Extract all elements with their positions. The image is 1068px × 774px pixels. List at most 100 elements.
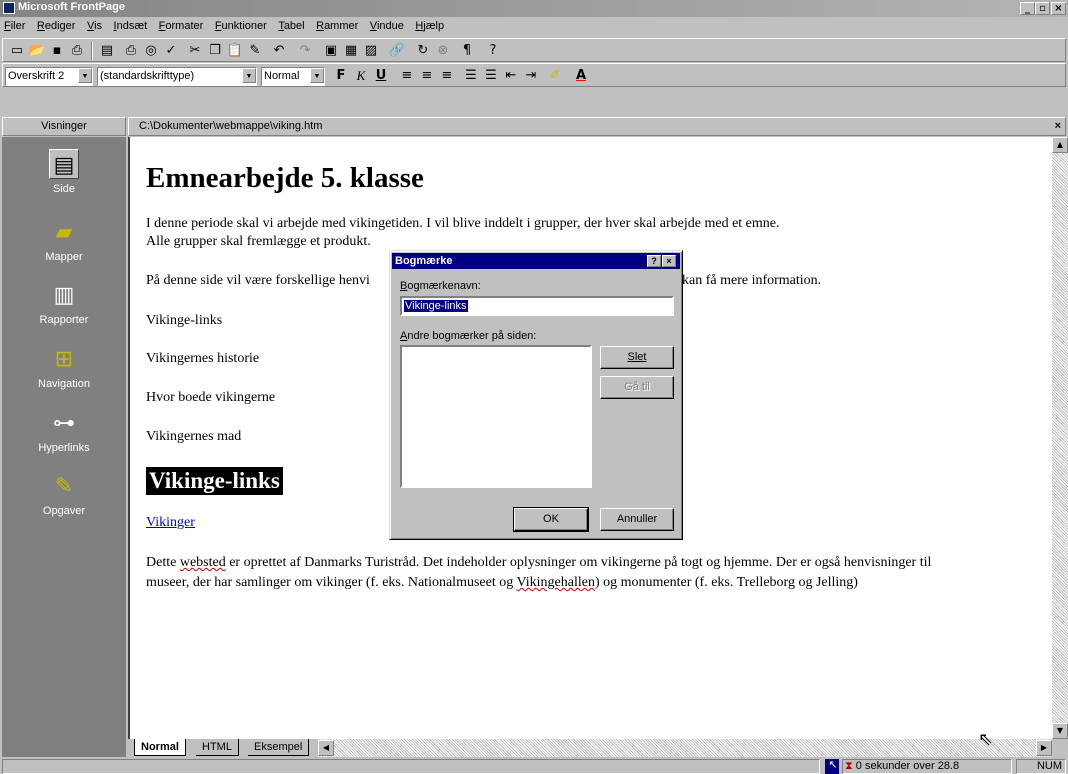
bookmark-name-label: Bogmærkenavn:	[400, 280, 481, 292]
menu-indsaet[interactable]: Indsæt	[110, 18, 152, 32]
help-icon[interactable]: ?	[483, 42, 503, 60]
vertical-scrollbar[interactable]: ▲ ▼	[1052, 137, 1068, 739]
underline-button[interactable]: U	[371, 67, 391, 85]
scroll-right-icon[interactable]: ▶	[1036, 740, 1052, 756]
insert-table-icon[interactable]: ▦	[341, 42, 361, 60]
size-select[interactable]: Normal ▼	[261, 67, 325, 86]
navigation-view-icon: ⊞	[54, 346, 74, 371]
section-heading-selected[interactable]: Vikinge-links	[146, 467, 283, 495]
chevron-down-icon[interactable]: ▼	[242, 68, 256, 83]
font-select[interactable]: (standardskrifttype) ▼	[97, 67, 257, 86]
view-reports[interactable]: ▥ Rapporter	[2, 280, 126, 326]
dialog-close-button[interactable]: ×	[662, 255, 676, 267]
window-title: Microsoft FrontPage	[18, 1, 125, 13]
view-hyperlinks[interactable]: ⊶ Hyperlinks	[2, 408, 126, 454]
insert-component-icon[interactable]: ▣	[321, 42, 341, 60]
format-painter-icon[interactable]: ✎	[245, 42, 265, 60]
view-folders[interactable]: ▰ Mapper	[2, 217, 126, 263]
italic-button[interactable]: K	[351, 67, 371, 85]
menu-vindue[interactable]: Vindue	[366, 18, 408, 32]
ok-button[interactable]: OK	[513, 507, 589, 532]
toc-item[interactable]: Vikinge-links	[146, 312, 222, 330]
tab-normal[interactable]: Normal	[134, 739, 186, 756]
view-label: Navigation	[38, 378, 90, 390]
bulleted-list-icon[interactable]: ☰	[481, 67, 501, 85]
paste-icon[interactable]: 📋	[225, 42, 245, 60]
view-navigation[interactable]: ⊞ Navigation	[2, 344, 126, 390]
title-bar: Microsoft FrontPage _ ▫ ×	[0, 0, 1068, 17]
hyperlinks-view-icon: ⊶	[53, 410, 75, 435]
cancel-button[interactable]: Annuller	[600, 508, 674, 531]
preview-icon[interactable]: ◎	[141, 42, 161, 60]
hyperlink-icon[interactable]: 🔗	[387, 42, 407, 60]
scroll-up-icon[interactable]: ▲	[1052, 137, 1068, 153]
paragraph-intro-1[interactable]: I denne periode skal vi arbejde med viki…	[146, 215, 780, 233]
reports-view-icon: ▥	[53, 282, 75, 307]
page-heading[interactable]: Emnearbejde 5. klasse	[146, 162, 424, 195]
bold-button[interactable]: F	[331, 67, 351, 85]
close-button[interactable]: ×	[1051, 2, 1066, 15]
tab-eksempel[interactable]: Eksempel	[248, 739, 310, 756]
close-document-icon[interactable]: ×	[1055, 118, 1061, 135]
view-page[interactable]: ▤ Side	[2, 149, 126, 195]
highlight-icon[interactable]: ✐	[545, 67, 565, 85]
chevron-down-icon[interactable]: ▼	[310, 68, 324, 83]
folder-list-icon[interactable]: ▤	[97, 42, 117, 60]
refresh-icon[interactable]: ↻	[413, 42, 433, 60]
decrease-indent-icon[interactable]: ⇤	[501, 67, 521, 85]
paragraph-body-2[interactable]: museer, der har samlinger om vikinger (f…	[146, 574, 858, 592]
frontpage-app-icon[interactable]	[3, 2, 15, 14]
scroll-down-icon[interactable]: ▼	[1052, 723, 1068, 739]
numbered-list-icon[interactable]: ☰	[461, 67, 481, 85]
insert-picture-icon[interactable]: ▨	[361, 42, 381, 60]
menu-rammer[interactable]: Rammer	[312, 18, 362, 32]
paragraph-body-1[interactable]: Dette websted er oprettet af Danmarks Tu…	[146, 554, 931, 572]
print-icon[interactable]: ⎙	[121, 42, 141, 60]
stop-icon[interactable]: ⊗	[433, 42, 453, 60]
vikinger-link[interactable]: Vikinger	[146, 514, 195, 532]
toc-item[interactable]: Vikingernes mad	[146, 428, 241, 446]
delete-button[interactable]: Slet	[600, 346, 674, 369]
show-all-icon[interactable]: ¶	[457, 42, 477, 60]
menu-tabel[interactable]: Tabel	[274, 18, 308, 32]
font-color-icon[interactable]: A	[571, 67, 591, 85]
chevron-down-icon[interactable]: ▼	[78, 68, 92, 83]
redo-icon[interactable]: ↷	[295, 42, 315, 60]
publish-icon[interactable]: ⎙	[67, 42, 87, 60]
align-center-icon[interactable]: ≡	[417, 67, 437, 85]
menu-rediger[interactable]: Rediger	[33, 18, 80, 32]
align-left-icon[interactable]: ≡	[397, 67, 417, 85]
tab-html[interactable]: HTML	[196, 739, 239, 756]
menu-vis[interactable]: Vis	[83, 18, 106, 32]
style-select[interactable]: Overskrift 2 ▼	[5, 67, 93, 86]
status-icon: ↖	[825, 759, 839, 774]
toc-item[interactable]: Hvor boede vikingerne	[146, 389, 275, 407]
undo-icon[interactable]: ↶	[269, 42, 289, 60]
save-icon[interactable]: ▪	[47, 42, 67, 60]
copy-icon[interactable]: ❐	[205, 42, 225, 60]
goto-button[interactable]: Gå til	[600, 376, 674, 399]
view-tasks[interactable]: ✎ Opgaver	[2, 471, 126, 517]
paragraph-intro-3b[interactable]: kan få mere information.	[682, 272, 821, 290]
menu-funktioner[interactable]: Funktioner	[211, 18, 271, 32]
scroll-left-icon[interactable]: ◀	[318, 740, 334, 756]
horizontal-scrollbar[interactable]: ◀ ▶	[318, 739, 1052, 757]
menu-formater[interactable]: Formater	[155, 18, 208, 32]
new-page-icon[interactable]: ▭	[7, 42, 27, 60]
dialog-help-button[interactable]: ?	[647, 255, 661, 267]
menu-filer[interactable]: Filer	[0, 18, 29, 32]
paragraph-intro-3a[interactable]: På denne side vil være forskellige henvi	[146, 272, 370, 290]
cut-icon[interactable]: ✂	[185, 42, 205, 60]
style-value: Overskrift 2	[8, 70, 65, 82]
bookmark-name-input[interactable]: Vikinge-links	[400, 296, 674, 316]
maximize-button[interactable]: ▫	[1035, 2, 1050, 15]
menu-hjaelp[interactable]: Hjælp	[411, 18, 448, 32]
minimize-button[interactable]: _	[1020, 2, 1035, 15]
open-icon[interactable]: 📂	[27, 42, 47, 60]
toc-item[interactable]: Vikingernes historie	[146, 350, 259, 368]
increase-indent-icon[interactable]: ⇥	[521, 67, 541, 85]
align-right-icon[interactable]: ≡	[437, 67, 457, 85]
other-bookmarks-list[interactable]	[400, 345, 592, 488]
spelling-icon[interactable]: ✓	[161, 42, 181, 60]
paragraph-intro-2[interactable]: Alle grupper skal fremlægge et produkt.	[146, 233, 371, 251]
